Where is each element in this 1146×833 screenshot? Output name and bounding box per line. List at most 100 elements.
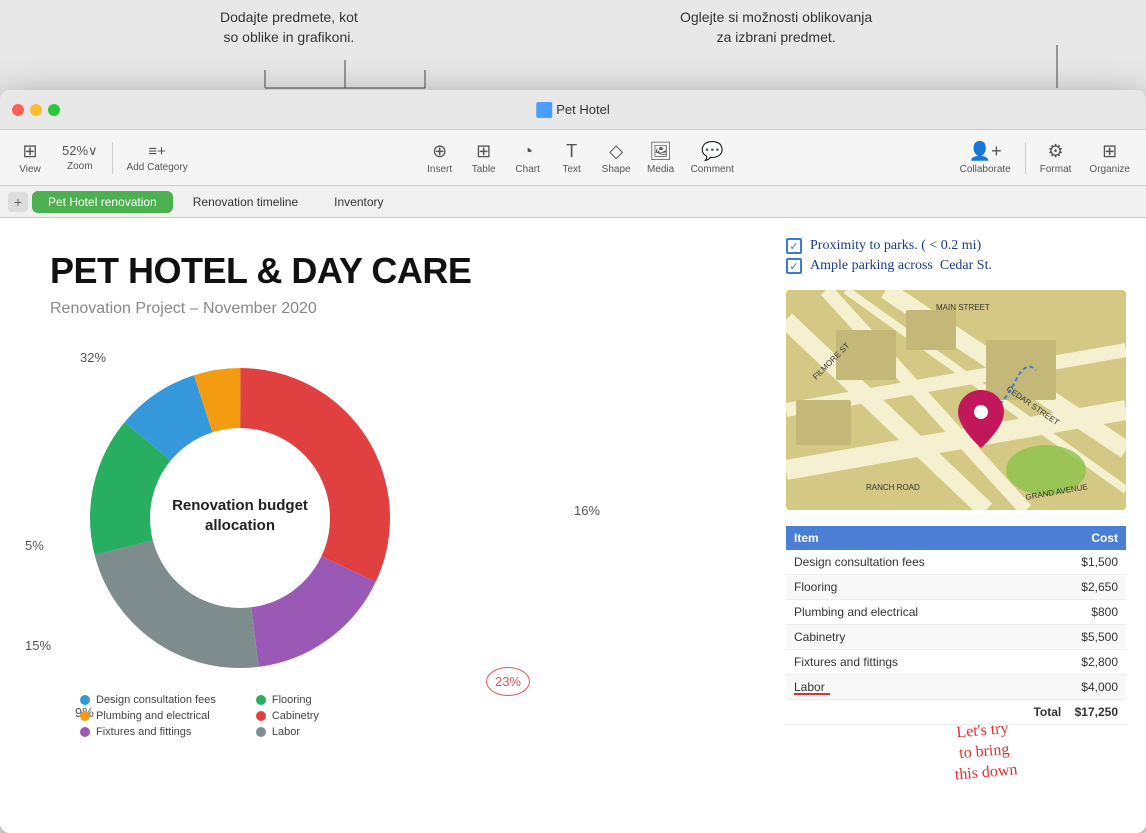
percent-5: 5% xyxy=(25,538,44,553)
close-button[interactable] xyxy=(12,104,24,116)
traffic-lights xyxy=(0,104,60,116)
legend-labor: Labor xyxy=(256,726,392,738)
organize-label: Organize xyxy=(1089,164,1130,175)
text-button[interactable]: T Text xyxy=(550,137,594,179)
add-category-label: Add Category xyxy=(127,162,188,173)
cost-design: $1,500 xyxy=(1036,550,1126,575)
legend-dot-plumbing xyxy=(80,711,90,721)
percent-15: 15% xyxy=(25,638,51,653)
slide-content: PET HOTEL & DAY CARE Renovation Project … xyxy=(0,218,1146,833)
minimize-button[interactable] xyxy=(30,104,42,116)
add-category-button[interactable]: ≡+ Add Category xyxy=(119,139,196,177)
format-button[interactable]: ⚙ Format xyxy=(1032,137,1080,179)
toolbar-left: ⊞ View 52%∨ Zoom ≡+ Add Category xyxy=(8,137,208,179)
legend-dot-labor xyxy=(256,727,266,737)
legend-cabinetry: Cabinetry xyxy=(256,710,392,722)
media-button[interactable]: 🖼 Media xyxy=(639,137,683,179)
window-title: Pet Hotel xyxy=(536,102,609,118)
insert-label: Insert xyxy=(427,164,452,175)
title-text: Pet Hotel xyxy=(556,102,609,117)
view-button[interactable]: ⊞ View xyxy=(8,137,52,179)
cost-fixtures: $2,800 xyxy=(1036,650,1126,675)
svg-text:MAIN STREET: MAIN STREET xyxy=(936,303,990,312)
table-row: Cabinetry $5,500 xyxy=(786,625,1126,650)
total-value: $17,250 xyxy=(1075,705,1118,719)
legend-label-labor: Labor xyxy=(272,726,300,738)
chart-button[interactable]: ◔ Chart xyxy=(506,137,550,179)
slide-title: PET HOTEL & DAY CARE xyxy=(50,250,471,292)
text-icon: T xyxy=(566,141,577,162)
map-container: FILMORE ST MAIN STREET CEDAR STREET RANC… xyxy=(786,290,1126,510)
add-tab-button[interactable]: + xyxy=(8,192,28,212)
annotation-text: Let's try to bring this down xyxy=(954,719,1018,782)
percent-32: 32% xyxy=(80,350,106,365)
organize-button[interactable]: ⊞ Organize xyxy=(1081,137,1138,179)
checklist: Proximity to parks. ( < 0.2 mi) Ample pa… xyxy=(786,238,1126,274)
tab-renovation-timeline[interactable]: Renovation timeline xyxy=(177,191,314,213)
tabbar: + Pet Hotel renovation Renovation timeli… xyxy=(0,186,1146,218)
view-label: View xyxy=(19,164,41,175)
checkbox-1[interactable] xyxy=(786,238,802,254)
chart-label: Chart xyxy=(515,164,539,175)
media-icon: 🖼 xyxy=(649,141,672,162)
shape-icon: ◇ xyxy=(609,141,623,162)
legend-design: Design consultation fees xyxy=(80,694,216,706)
format-icon: ⚙ xyxy=(1048,141,1064,162)
cost-cabinetry: $5,500 xyxy=(1036,625,1126,650)
table-row: Flooring $2,650 xyxy=(786,575,1126,600)
checkbox-2[interactable] xyxy=(786,258,802,274)
legend-label-cabinetry: Cabinetry xyxy=(272,710,319,722)
chart-center-line1: Renovation budget xyxy=(172,497,308,514)
svg-text:RANCH ROAD: RANCH ROAD xyxy=(866,483,920,492)
cost-labor: $4,000 xyxy=(1036,675,1126,700)
titlebar: Pet Hotel xyxy=(0,90,1146,130)
cost-plumbing: $800 xyxy=(1036,600,1126,625)
zoom-button[interactable]: 52%∨ Zoom xyxy=(54,139,106,176)
table-label: Table xyxy=(472,164,496,175)
view-icon: ⊞ xyxy=(22,141,37,162)
comment-button[interactable]: 💬 Comment xyxy=(683,137,742,179)
collaborate-label: Collaborate xyxy=(960,164,1011,175)
media-label: Media xyxy=(647,164,674,175)
table-button[interactable]: ⊞ Table xyxy=(462,137,506,179)
table-row: Plumbing and electrical $800 xyxy=(786,600,1126,625)
tab-pet-hotel-renovation[interactable]: Pet Hotel renovation xyxy=(32,191,173,213)
chart-legend: Design consultation fees Flooring Plumbi… xyxy=(80,694,392,738)
doc-icon xyxy=(536,102,552,118)
tab-inventory[interactable]: Inventory xyxy=(318,191,399,213)
checklist-item-2: Ample parking across Cedar St. xyxy=(786,258,1126,274)
collaborate-icon: 👤+ xyxy=(969,141,1002,162)
map-svg: FILMORE ST MAIN STREET CEDAR STREET RANC… xyxy=(786,290,1126,510)
legend-flooring: Flooring xyxy=(256,694,392,706)
maximize-button[interactable] xyxy=(48,104,60,116)
toolbar-right: 👤+ Collaborate ⚙ Format ⊞ Organize xyxy=(952,137,1138,179)
shape-label: Shape xyxy=(602,164,631,175)
item-design: Design consultation fees xyxy=(786,550,1036,575)
toolbar: ⊞ View 52%∨ Zoom ≡+ Add Category ⊕ Inser… xyxy=(0,130,1146,186)
legend-label-plumbing: Plumbing and electrical xyxy=(96,710,210,722)
legend-label-fixtures: Fixtures and fittings xyxy=(96,726,191,738)
legend-dot-fixtures xyxy=(80,727,90,737)
insert-button[interactable]: ⊕ Insert xyxy=(418,137,462,179)
labor-underline xyxy=(794,693,830,695)
callout-right: Oglejte si možnosti oblikovanja za izbra… xyxy=(680,8,872,47)
legend-dot-flooring xyxy=(256,695,266,705)
legend-label-flooring: Flooring xyxy=(272,694,312,706)
text-label: Text xyxy=(562,164,580,175)
format-label: Format xyxy=(1040,164,1072,175)
callout-left: Dodajte predmete, kot so oblike in grafi… xyxy=(220,8,358,47)
toolbar-divider-1 xyxy=(112,142,113,174)
percent-23: 23% xyxy=(486,667,530,696)
toolbar-divider-2 xyxy=(1025,142,1026,174)
legend-fixtures: Fixtures and fittings xyxy=(80,726,216,738)
add-category-icon: ≡+ xyxy=(148,143,166,160)
table-row: Design consultation fees $1,500 xyxy=(786,550,1126,575)
slide-subtitle: Renovation Project – November 2020 xyxy=(50,300,317,318)
table-header-item: Item xyxy=(786,526,1036,550)
right-panel: Proximity to parks. ( < 0.2 mi) Ample pa… xyxy=(786,238,1126,725)
organize-icon: ⊞ xyxy=(1102,141,1117,162)
shape-button[interactable]: ◇ Shape xyxy=(594,137,639,179)
comment-label: Comment xyxy=(691,164,734,175)
checklist-text-1: Proximity to parks. ( < 0.2 mi) xyxy=(810,238,981,254)
collaborate-button[interactable]: 👤+ Collaborate xyxy=(952,137,1019,179)
